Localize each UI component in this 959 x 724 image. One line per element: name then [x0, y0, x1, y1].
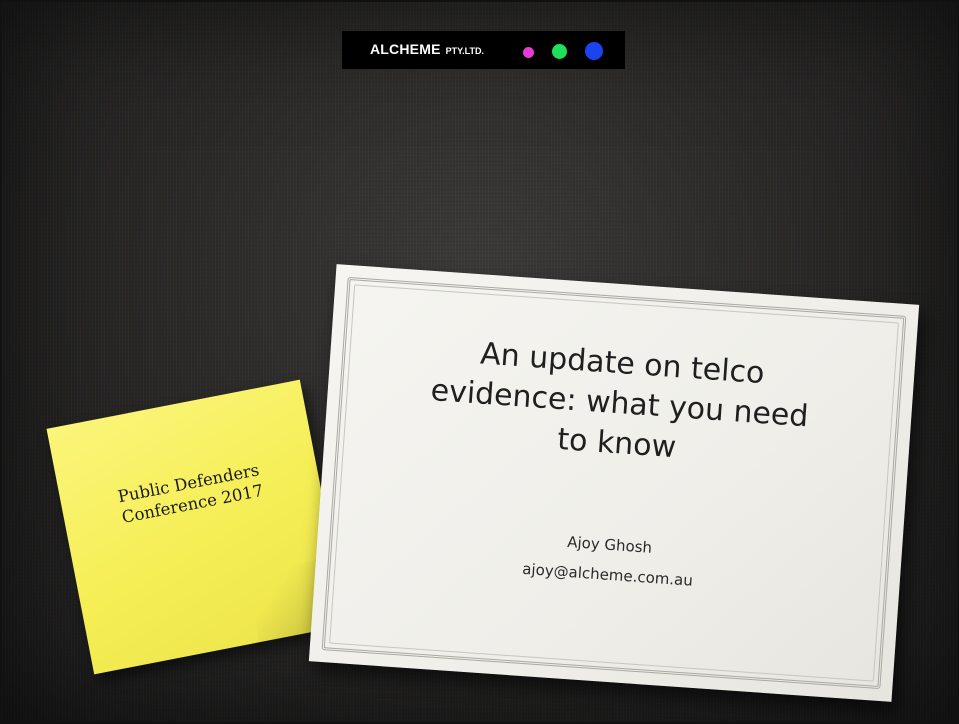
alcheme-logo: ALCHEME PTY.LTD. [342, 31, 625, 69]
logo-text: ALCHEME PTY.LTD. [370, 41, 484, 59]
sticky-note-text: Public Defenders Conference 2017 [60, 448, 321, 538]
green-dot-icon [552, 44, 567, 59]
logo-name: ALCHEME [370, 41, 441, 57]
magenta-dot-icon [523, 47, 534, 58]
slide-canvas: ALCHEME PTY.LTD. Public Defenders Confere… [0, 0, 959, 724]
blue-dot-icon [585, 42, 603, 60]
title-card: An update on telco evidence: what you ne… [308, 264, 920, 702]
logo-suffix: PTY.LTD. [445, 46, 484, 56]
sticky-note: Public Defenders Conference 2017 [46, 379, 348, 675]
